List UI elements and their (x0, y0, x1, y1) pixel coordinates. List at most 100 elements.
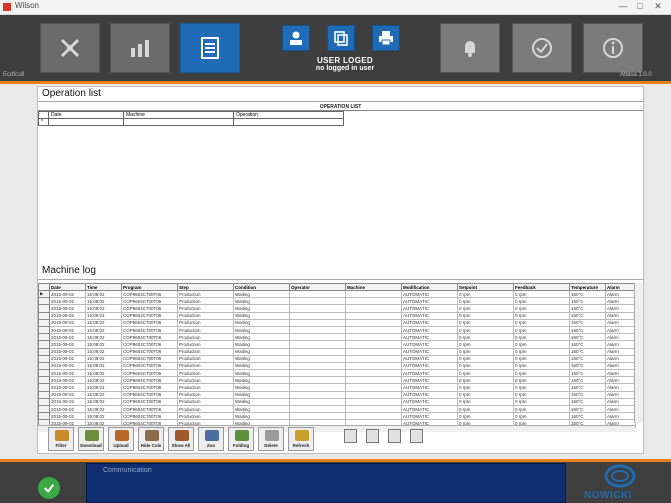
table-cell (289, 289, 346, 299)
table-cell: Alarm (605, 289, 636, 299)
row-selector[interactable] (38, 404, 50, 414)
table-cell (289, 354, 346, 363)
table-cell: Production (177, 354, 234, 363)
alarm-button[interactable] (440, 23, 500, 73)
next-page-button[interactable] (388, 429, 401, 443)
row-selector[interactable] (38, 297, 50, 306)
log-view-button[interactable] (180, 23, 240, 73)
column-header[interactable]: Setpoint (457, 283, 514, 291)
column-header[interactable]: Operation (233, 111, 344, 119)
filter-button[interactable]: Filter (48, 427, 74, 451)
table-row[interactable]: 2015-09-02 15:08:02 COP9604C700T06 Producti… (38, 340, 636, 349)
table-row[interactable]: 2015-09-02 15:08:02 COP9604C700T06 Producti… (38, 412, 636, 421)
column-header[interactable]: Condition (233, 283, 290, 291)
column-header[interactable]: Date (48, 111, 124, 119)
print-button[interactable] (372, 25, 400, 51)
row-selector[interactable] (38, 376, 50, 385)
info-button[interactable] (583, 23, 643, 73)
row-selector[interactable] (38, 397, 50, 407)
row-selector[interactable] (38, 304, 50, 313)
table-row[interactable]: 2015-09-02 15:08:02 COP9604C700T06 Producti… (38, 390, 636, 399)
table-row[interactable]: 2015-09-02 15:08:02 COP9604C700T06 Producti… (38, 311, 636, 320)
last-page-button[interactable] (410, 429, 423, 443)
check-circle-icon (532, 38, 552, 58)
download-button[interactable]: Download (78, 427, 104, 451)
column-header[interactable]: Date (49, 283, 86, 291)
first-page-button[interactable] (344, 429, 357, 443)
tool-label: Upload (113, 443, 129, 448)
table-cell: Alarm (605, 318, 636, 327)
row-selector[interactable] (38, 383, 50, 392)
table-cell: 0 rpm (457, 333, 514, 342)
previous-page-button[interactable] (366, 429, 379, 443)
machine-view-button[interactable] (40, 23, 100, 73)
copy-button[interactable] (327, 25, 355, 51)
column-header[interactable]: Machine (345, 283, 402, 291)
table-row[interactable]: 2015-09-02 15:08:02 COP9604C700T06 Producti… (38, 361, 636, 371)
column-header[interactable]: Machine (123, 111, 234, 119)
table-cell: 0 rpm (513, 412, 570, 421)
table-cell: 160°C (569, 354, 606, 363)
table-row[interactable]: 2015-09-02 15:08:02 COP9604C700T06 Producti… (38, 383, 636, 392)
table-row[interactable]: 2015-09-02 15:08:02 COP9604C700T06 Producti… (38, 376, 636, 385)
table-cell: 15:08:02 (85, 361, 122, 371)
operation-list-new-row[interactable]: * (38, 118, 344, 126)
table-row[interactable]: 2015-09-02 15:08:02 COP9604C700T06 Producti… (38, 318, 636, 327)
table-row[interactable]: 2015-09-02 15:08:02 COP9604C700T06 Producti… (38, 397, 636, 407)
column-header[interactable]: Temperature (569, 283, 606, 291)
column-header[interactable]: Operator (289, 283, 346, 291)
table-cell (289, 397, 346, 407)
show-all-button[interactable]: Show All (168, 427, 194, 451)
table-row[interactable]: 2015-09-02 15:08:02 COP9604C700T06 Producti… (38, 333, 636, 342)
row-selector[interactable] (38, 369, 50, 378)
row-selector[interactable] (38, 325, 50, 335)
table-cell: COP9604C700T06 (121, 347, 178, 356)
table-cell: Waiting (233, 369, 290, 378)
delete-button[interactable]: Delete (258, 427, 284, 451)
hide-columns-button[interactable]: Hide Cols (138, 427, 164, 451)
table-row[interactable]: 2015-09-02 15:08:02 COP9604C700T06 Producti… (38, 347, 636, 356)
user-status-title: USER LOGED (317, 56, 373, 65)
zoom-button[interactable]: Zoo (198, 427, 224, 451)
table-row[interactable]: 2015-09-02 15:08:02 COP9604C700T06 Producti… (38, 404, 636, 414)
row-selector[interactable]: ▶ (38, 289, 50, 299)
column-header[interactable]: Program (121, 283, 178, 291)
table-row[interactable]: ▶ 2015-09-02 15:08:02 COP9604C700T06 Product… (38, 289, 636, 299)
row-selector[interactable] (38, 412, 50, 421)
info-icon (603, 38, 623, 58)
row-selector[interactable] (38, 340, 50, 349)
column-header[interactable]: Step (177, 283, 234, 291)
table-row[interactable]: 2015-09-02 15:08:02 COP9604C700T06 Producti… (38, 325, 636, 335)
column-header[interactable]: Modification (401, 283, 458, 291)
row-selector[interactable] (38, 318, 50, 327)
table-cell: 0 rpm (513, 404, 570, 414)
table-row[interactable]: 2015-09-02 15:08:02 COP9604C700T06 Producti… (38, 369, 636, 378)
folding-button[interactable]: Folding (228, 427, 254, 451)
check-button[interactable] (512, 23, 572, 73)
column-header[interactable]: Time (85, 283, 122, 291)
table-row[interactable]: 2015-09-02 15:08:02 COP9604C700T06 Producti… (38, 297, 636, 306)
row-selector[interactable] (38, 390, 50, 399)
statistics-button[interactable] (110, 23, 170, 73)
table-row[interactable]: 2015-09-02 15:08:02 COP9604C700T06 Producti… (38, 354, 636, 363)
table-cell: 160°C (569, 304, 606, 313)
row-selector[interactable] (38, 347, 50, 356)
toolbar-right-label: Atlasa 1.0.0 (620, 72, 652, 78)
row-selector[interactable] (38, 361, 50, 371)
close-button[interactable]: ✕ (652, 1, 664, 12)
table-row[interactable]: 2015-09-02 15:08:02 COP9604C700T06 Producti… (38, 304, 636, 313)
refresh-button[interactable]: Refresh (288, 427, 314, 451)
upload-button[interactable]: Upload (108, 427, 134, 451)
table-cell: COP9604C700T06 (121, 354, 178, 363)
table-cell (289, 333, 346, 342)
row-selector[interactable] (38, 354, 50, 363)
user-button[interactable] (282, 25, 310, 51)
column-header[interactable]: Alarm (605, 283, 636, 291)
vertical-scrollbar[interactable] (634, 283, 643, 423)
maximize-button[interactable]: □ (634, 1, 646, 12)
communication-title: Communication (103, 467, 152, 474)
row-selector[interactable] (38, 333, 50, 342)
minimize-button[interactable]: — (617, 1, 629, 12)
row-selector[interactable] (38, 311, 50, 320)
column-header[interactable]: Feedback (513, 283, 570, 291)
